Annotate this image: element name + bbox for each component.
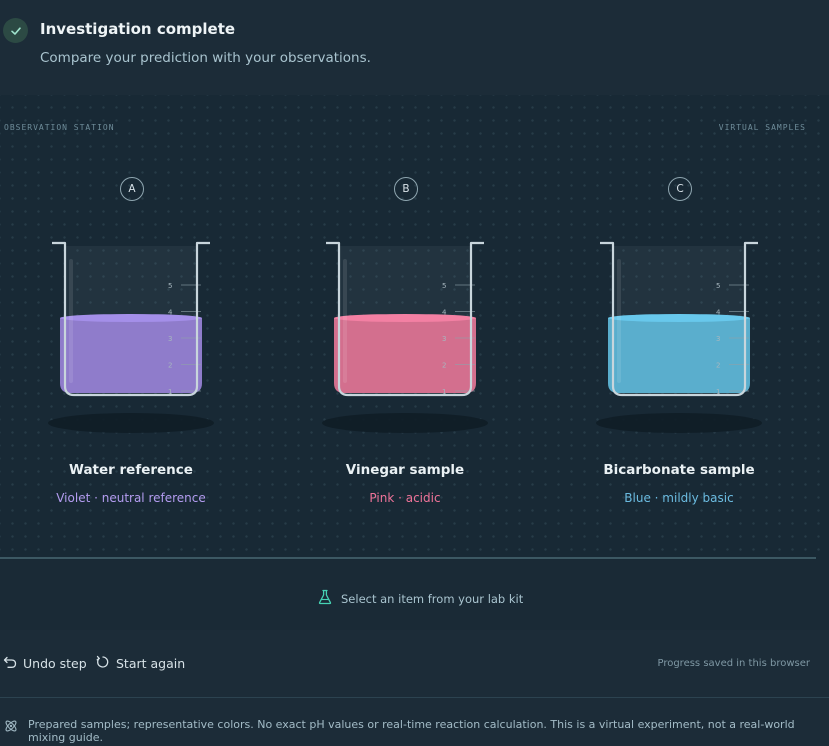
progress-saved-note: Progress saved in this browser (657, 658, 810, 669)
scale-mark-2: 2 (442, 362, 446, 370)
beaker-vinegar-sample[interactable]: 5 4 3 2 1 (305, 233, 505, 448)
virtual-samples-label: VIRTUAL SAMPLES (718, 123, 806, 132)
sample-name: Vinegar sample (345, 462, 465, 478)
sample-card-a[interactable]: A 5 4 3 2 1 Water reference Violet · neu… (31, 177, 231, 507)
beaker-shadow (48, 413, 214, 433)
beaker-liquid-surface (334, 314, 476, 322)
beaker-highlight (617, 259, 621, 383)
scale-mark-3: 3 (442, 335, 446, 343)
sample-description: Pink · acidic (369, 491, 441, 505)
sample-description: Violet · neutral reference (56, 491, 206, 505)
sample-name: Bicarbonate sample (603, 462, 755, 478)
sample-card-b[interactable]: B 5 4 3 2 1 Vinegar sample Pink · acidic (305, 177, 505, 507)
flask-icon (318, 589, 332, 608)
scale-mark-5: 5 (442, 282, 446, 290)
page-subtitle: Compare your prediction with your observ… (40, 50, 371, 66)
lab-kit-prompt-text: Select an item from your lab kit (341, 591, 524, 606)
header: Investigation complete Compare your pred… (0, 0, 829, 95)
lab-kit-bar: Select an item from your lab kit (0, 560, 829, 630)
lab-kit-prompt[interactable]: Select an item from your lab kit (318, 589, 523, 608)
restart-icon (96, 655, 110, 672)
beaker-water-reference[interactable]: 5 4 3 2 1 (31, 233, 231, 448)
disclaimer-text: Prepared samples; representative colors.… (28, 718, 795, 744)
footer: Prepared samples; representative colors.… (0, 698, 829, 746)
page-title: Investigation complete (40, 20, 236, 38)
scale-mark-2: 2 (168, 362, 172, 370)
stage-divider (0, 557, 816, 559)
sample-letter-badge: B (394, 177, 418, 201)
beaker-bicarbonate-sample[interactable]: 5 4 3 2 1 (579, 233, 779, 448)
scale-mark-4: 4 (168, 309, 173, 317)
start-again-button[interactable]: Start again (96, 655, 185, 672)
scale-mark-2: 2 (716, 362, 720, 370)
beaker-shadow (322, 413, 488, 433)
beaker-highlight (69, 259, 73, 383)
undo-icon (3, 655, 17, 672)
sample-letter-badge: C (668, 177, 692, 201)
beaker-liquid-surface (60, 314, 202, 322)
start-again-label: Start again (116, 656, 186, 671)
controls-bar: Undo step Start again Progress saved in … (0, 630, 829, 697)
beaker-liquid-surface (608, 314, 750, 322)
observation-station-label: OBSERVATION STATION (4, 123, 115, 132)
sample-card-c[interactable]: C 5 4 3 2 1 Bicarbonate sample Blue · mi… (579, 177, 779, 507)
scale-mark-3: 3 (716, 335, 720, 343)
check-icon (3, 18, 28, 43)
beaker-liquid (60, 318, 202, 393)
sample-description: Blue · mildly basic (624, 491, 734, 505)
scale-mark-4: 4 (442, 309, 447, 317)
beaker-liquid (334, 318, 476, 393)
undo-step-label: Undo step (23, 656, 87, 671)
scale-mark-5: 5 (168, 282, 172, 290)
sample-letter-badge: A (120, 177, 144, 201)
observation-stage: OBSERVATION STATION VIRTUAL SAMPLES A 5 … (0, 95, 829, 560)
undo-step-button[interactable]: Undo step (3, 655, 87, 672)
beaker-liquid (608, 318, 750, 393)
sample-name: Water reference (69, 462, 193, 478)
beaker-shadow (596, 413, 762, 433)
scale-mark-5: 5 (716, 282, 720, 290)
beaker-highlight (343, 259, 347, 383)
scale-mark-3: 3 (168, 335, 172, 343)
atom-icon (3, 718, 19, 738)
scale-mark-4: 4 (716, 309, 721, 317)
